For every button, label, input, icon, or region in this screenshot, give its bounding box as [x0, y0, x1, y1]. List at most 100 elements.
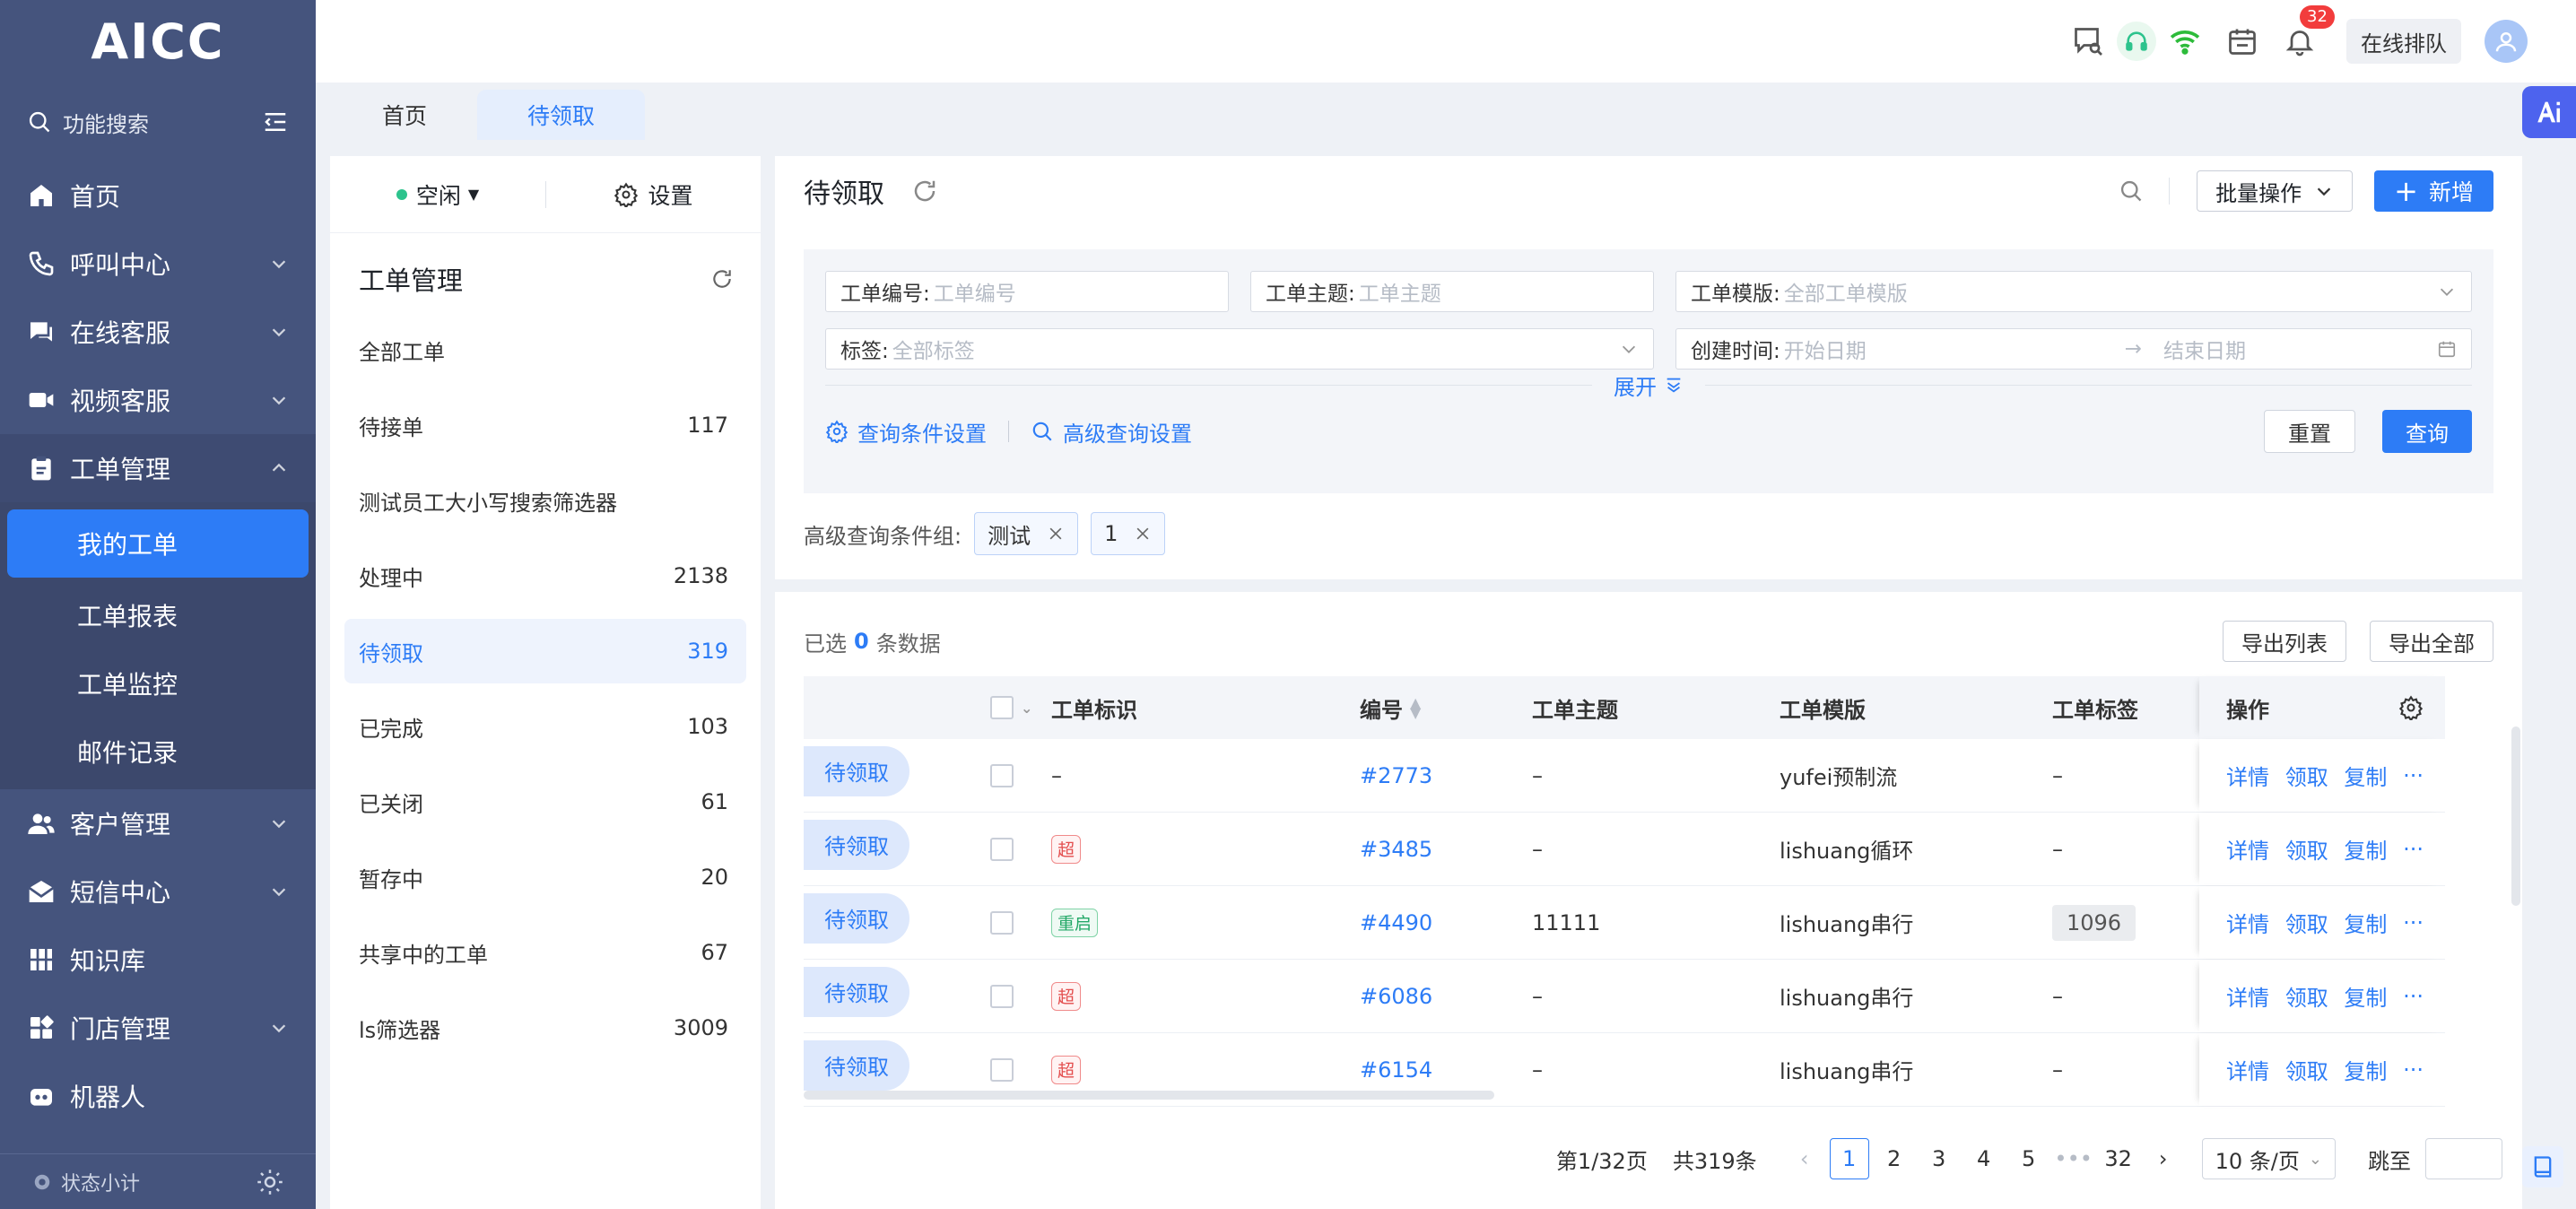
ticket-subject-field[interactable]: 工单主题: 工单主题 — [1250, 271, 1654, 312]
tab-pending-claim[interactable]: 待领取 — [477, 90, 646, 140]
claim-link[interactable]: 领取 — [2285, 833, 2328, 865]
row-checkbox[interactable] — [990, 763, 1014, 787]
sidebar-item-ticket-management[interactable]: 工单管理 — [0, 434, 316, 502]
panel-settings-button[interactable]: 设置 — [546, 178, 761, 211]
collapse-menu-icon[interactable] — [262, 109, 289, 135]
ticket-number-link[interactable]: #4490 — [1360, 910, 1532, 935]
page-button[interactable]: 2 — [1875, 1138, 1914, 1179]
detail-link[interactable]: 详情 — [2226, 907, 2269, 938]
condition-chip[interactable]: 测试 — [974, 512, 1079, 555]
page-button[interactable]: 1 — [1829, 1138, 1869, 1179]
sidebar-item-call-center[interactable]: 呼叫中心 — [0, 230, 316, 298]
sidebar-item-sms-center[interactable]: 短信中心 — [0, 857, 316, 926]
page-button[interactable]: 4 — [1964, 1138, 2004, 1179]
row-checkbox[interactable] — [990, 910, 1014, 935]
new-ticket-button[interactable]: + 新增 — [2374, 170, 2493, 212]
table-row[interactable]: 待领取 重启 #4490 11111 lishuang串行 1096 详情 领取复… — [804, 886, 2445, 960]
copy-link[interactable]: 复制 — [2344, 760, 2387, 791]
close-icon[interactable] — [1134, 525, 1152, 543]
vertical-scrollbar[interactable] — [2511, 726, 2520, 906]
function-search[interactable]: 功能搜索 — [0, 83, 316, 161]
ai-assistant-button[interactable] — [2522, 86, 2576, 138]
row-checkbox[interactable] — [990, 837, 1014, 861]
sidebar-item-home[interactable]: 首页 — [0, 161, 316, 230]
status-summary-label[interactable]: 状态小计 — [61, 1168, 257, 1196]
prev-page-icon[interactable]: ‹ — [1785, 1138, 1824, 1179]
tag-select[interactable]: 标签: 全部标签 — [825, 328, 1654, 370]
next-page-icon[interactable]: › — [2144, 1138, 2183, 1179]
panel-item-test-filter[interactable]: 测试员工大小写搜索筛选器 — [344, 468, 746, 533]
sidebar-item-online-service[interactable]: 在线客服 — [0, 298, 316, 366]
sidebar-item-customer-management[interactable]: 客户管理 — [0, 789, 316, 857]
reset-button[interactable]: 重置 — [2264, 410, 2355, 453]
wifi-icon[interactable] — [2169, 25, 2201, 57]
help-book-button[interactable] — [2522, 1146, 2563, 1187]
panel-item-pending-claim[interactable]: 待领取 319 — [344, 619, 746, 683]
created-time-range[interactable]: 创建时间: 开始日期 → 结束日期 — [1675, 328, 2472, 370]
more-icon[interactable]: ··· — [2403, 910, 2424, 935]
headset-icon[interactable] — [2117, 22, 2156, 61]
online-queue-button[interactable]: 在线排队 — [2346, 19, 2461, 64]
sun-icon[interactable] — [257, 1169, 283, 1196]
table-row[interactable]: 待领取 – #2773 – yufei预制流 – 详情 领取 复制 ··· — [804, 739, 2445, 813]
copy-link[interactable]: 复制 — [2344, 1054, 2387, 1085]
detail-link[interactable]: 详情 — [2226, 760, 2269, 791]
export-list-button[interactable]: 导出列表 — [2223, 621, 2346, 662]
page-button[interactable]: 5 — [2009, 1138, 2049, 1179]
ticket-number-link[interactable]: #6086 — [1360, 984, 1532, 1009]
query-conditions-settings-link[interactable]: 查询条件设置 — [857, 416, 987, 448]
panel-item-all-tickets[interactable]: 全部工单 — [344, 317, 746, 382]
table-row[interactable]: 待领取 超 #3485 – lishuang循环 – 详情 领取 复制 ··· — [804, 813, 2445, 886]
column-header-no[interactable]: 编号 ▲ ▼ — [1360, 692, 1532, 724]
panel-item-completed[interactable]: 已完成 103 — [344, 694, 746, 759]
panel-item-shared[interactable]: 共享中的工单 67 — [344, 920, 746, 985]
page-size-select[interactable]: 10 条/页 ⌄ — [2201, 1138, 2336, 1179]
claim-link[interactable]: 领取 — [2285, 980, 2328, 1012]
table-row[interactable]: 待领取 超 #6086 – lishuang串行 – 详情 领取 复制 ··· — [804, 960, 2445, 1033]
bell-icon[interactable]: 32 — [2284, 5, 2335, 57]
claim-link[interactable]: 领取 — [2285, 1054, 2328, 1085]
ticket-no-field[interactable]: 工单编号: 工单编号 — [825, 271, 1229, 312]
copy-link[interactable]: 复制 — [2344, 833, 2387, 865]
expand-button[interactable]: 展开 — [1592, 370, 1705, 401]
sidebar-item-knowledge-base[interactable]: 知识库 — [0, 926, 316, 994]
ticket-number-link[interactable]: #2773 — [1360, 763, 1532, 788]
calendar-icon[interactable] — [2226, 25, 2258, 57]
detail-link[interactable]: 详情 — [2226, 833, 2269, 865]
advanced-query-settings-link[interactable]: 高级查询设置 — [1063, 416, 1192, 448]
panel-item-draft[interactable]: 暂存中 20 — [344, 845, 746, 909]
ticket-template-select[interactable]: 工单模版: 全部工单模版 — [1675, 271, 2472, 312]
batch-operations-button[interactable]: 批量操作 — [2197, 170, 2354, 212]
panel-item-closed[interactable]: 已关闭 61 — [344, 770, 746, 834]
export-all-button[interactable]: 导出全部 — [2370, 621, 2493, 662]
select-all-checkbox[interactable] — [990, 696, 1014, 719]
row-checkbox[interactable] — [990, 1057, 1014, 1082]
more-icon[interactable]: ··· — [2403, 763, 2424, 788]
avatar[interactable] — [2485, 20, 2528, 63]
more-icon[interactable]: ··· — [2403, 1057, 2424, 1083]
sidebar-item-video-service[interactable]: 视频客服 — [0, 366, 316, 434]
horizontal-scrollbar[interactable] — [804, 1091, 1494, 1100]
gear-icon[interactable] — [2398, 695, 2424, 720]
message-search-icon[interactable] — [2072, 25, 2104, 57]
copy-link[interactable]: 复制 — [2344, 907, 2387, 938]
sidebar-subitem-my-tickets[interactable]: 我的工单 — [7, 509, 309, 578]
more-icon[interactable]: ··· — [2403, 837, 2424, 862]
sidebar-item-robot[interactable]: 机器人 — [0, 1062, 316, 1130]
copy-link[interactable]: 复制 — [2344, 980, 2387, 1012]
row-checkbox[interactable] — [990, 984, 1014, 1008]
panel-item-pending-accept[interactable]: 待接单 117 — [344, 393, 746, 457]
detail-link[interactable]: 详情 — [2226, 1054, 2269, 1085]
refresh-icon[interactable] — [710, 267, 734, 291]
tab-home[interactable]: 首页 — [332, 90, 477, 140]
sidebar-subitem-ticket-report[interactable]: 工单报表 — [7, 581, 309, 649]
panel-item-ls-filter[interactable]: ls筛选器 3009 — [344, 996, 746, 1060]
sidebar-item-store-management[interactable]: 门店管理 — [0, 994, 316, 1062]
condition-chip[interactable]: 1 — [1091, 512, 1166, 555]
detail-link[interactable]: 详情 — [2226, 980, 2269, 1012]
chevron-down-icon[interactable]: ⌄ — [1021, 700, 1032, 717]
ticket-number-link[interactable]: #6154 — [1360, 1057, 1532, 1083]
search-icon[interactable] — [2119, 178, 2144, 204]
claim-link[interactable]: 领取 — [2285, 907, 2328, 938]
refresh-icon[interactable] — [911, 178, 938, 204]
